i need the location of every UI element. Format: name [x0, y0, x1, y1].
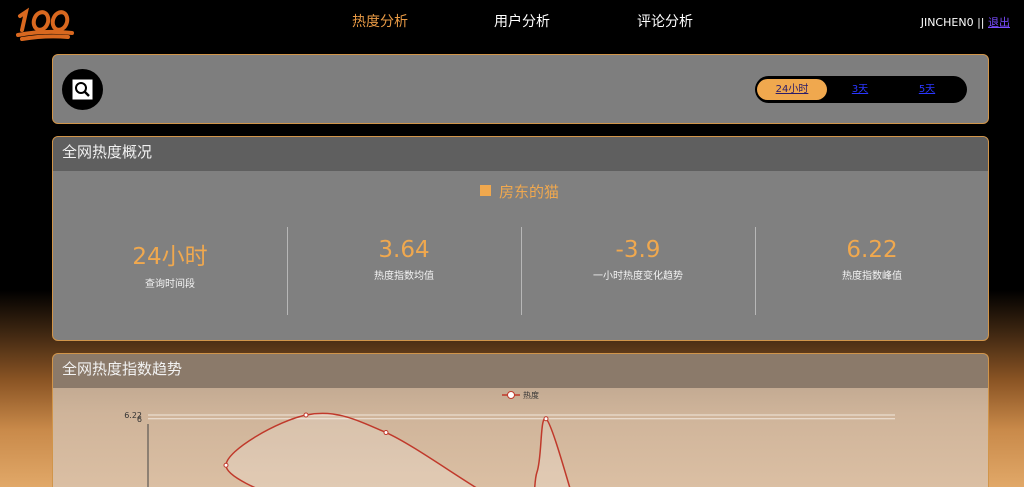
stat-value: -3.9	[615, 237, 661, 263]
stat-value: 24小时	[132, 244, 208, 270]
trend-panel: 全网热度指数趋势 热度 6.22 6	[52, 353, 989, 487]
range-24h-button[interactable]: 24小时	[757, 79, 827, 100]
username: JINCHEN0	[920, 16, 974, 29]
stat-heat-mean: 3.64 热度指数均值	[287, 237, 521, 282]
legend-label: 热度	[523, 390, 539, 400]
stat-label: 查询时间段	[145, 279, 195, 290]
user-area: JINCHEN0 || 退出	[921, 14, 1010, 30]
separator: ||	[977, 16, 985, 29]
keyword-label: 房东的猫	[499, 183, 560, 201]
logout-link[interactable]: 退出	[988, 16, 1010, 29]
nav-tab-user-analysis[interactable]: 用户分析	[494, 11, 550, 31]
data-point	[303, 412, 309, 418]
y-tick-label: 6	[137, 415, 142, 424]
stat-label: 热度指数峰值	[842, 271, 902, 282]
trend-title: 全网热度指数趋势	[53, 354, 988, 388]
stat-value: 3.64	[378, 237, 430, 263]
overview-panel: 全网热度概况 房东的猫 24小时 查询时间段 3.64 热度指数均值 -3.9 …	[52, 136, 989, 341]
overview-title: 全网热度概况	[53, 137, 988, 171]
nav-tab-heat-analysis[interactable]: 热度分析	[352, 11, 408, 31]
legend-marker	[507, 391, 515, 399]
stat-value: 6.22	[846, 237, 898, 263]
search-button[interactable]	[62, 69, 103, 110]
time-range-selector: 24小时 3天 5天	[755, 76, 967, 103]
data-point	[223, 462, 229, 468]
stat-time-period: 24小时 查询时间段	[53, 237, 287, 290]
search-icon	[72, 79, 93, 100]
data-point	[383, 430, 389, 436]
stat-hourly-trend: -3.9 一小时热度变化趋势	[521, 237, 755, 282]
chart-legend: 热度	[502, 390, 539, 400]
data-point	[543, 416, 549, 422]
stat-label: 热度指数均值	[374, 271, 434, 282]
range-5d-button[interactable]: 5天	[892, 79, 962, 100]
range-3d-button[interactable]: 3天	[825, 79, 895, 100]
heat-trend-chart: 热度6.226	[124, 390, 895, 487]
hundred-points-logo-icon[interactable]	[12, 6, 78, 42]
stat-heat-peak: 6.22 热度指数峰值	[755, 237, 988, 282]
keyword-legend-marker	[480, 185, 491, 196]
nav-tab-comment-analysis[interactable]: 评论分析	[637, 11, 693, 31]
top-navigation-bar: 热度分析 用户分析 评论分析 JINCHEN0 || 退出	[0, 0, 1024, 44]
search-panel: 24小时 3天 5天	[52, 54, 989, 124]
stat-label: 一小时热度变化趋势	[593, 271, 683, 282]
